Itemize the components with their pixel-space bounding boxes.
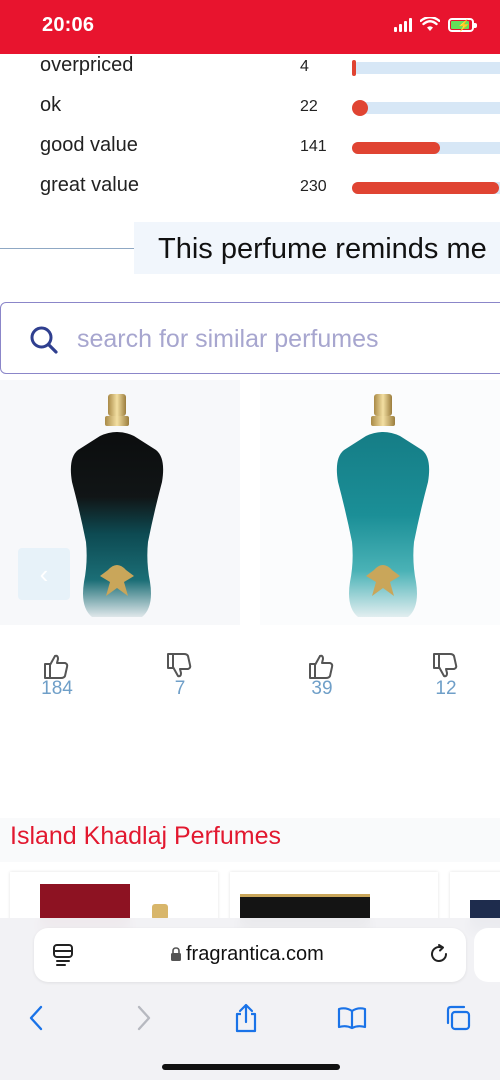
thumbs-down-icon: [433, 653, 458, 678]
value-rating-row: good value 141: [0, 128, 500, 168]
tabs-button[interactable]: [436, 998, 480, 1038]
dislike-count: 12: [435, 678, 457, 699]
value-rating-row: overpriced 4: [0, 48, 500, 88]
home-indicator[interactable]: [162, 1064, 340, 1070]
bookmarks-icon: [337, 1007, 367, 1030]
status-icons: ⚡: [394, 17, 477, 32]
rating-bar: [352, 100, 500, 116]
value-rating-row: great value 230: [0, 168, 500, 208]
thumbs-up-icon: [309, 654, 334, 679]
reminds-me-header: This perfume reminds me: [134, 222, 500, 274]
search-icon[interactable]: [29, 325, 59, 355]
tabs-icon: [446, 1005, 471, 1031]
divider-line: [0, 248, 134, 249]
rating-label: ok: [40, 94, 62, 116]
lock-icon: [171, 947, 181, 961]
page-menu-icon[interactable]: [52, 943, 74, 967]
like-count: 39: [311, 678, 333, 699]
next-tab-address-bar[interactable]: [474, 928, 500, 982]
rating-bar-fill: [352, 142, 440, 154]
signal-icon: [394, 17, 412, 32]
similar-search-box[interactable]: [0, 302, 500, 374]
similar-perfumes-carousel: ‹ 184 7 39 12: [0, 380, 500, 720]
value-rating-row: ok 22: [0, 88, 500, 128]
rating-count: 22: [300, 98, 318, 115]
like-button[interactable]: 184: [22, 652, 92, 714]
rating-label: good value: [40, 134, 138, 156]
address-bar[interactable]: fragrantica.com: [34, 928, 466, 982]
search-input[interactable]: [77, 321, 477, 357]
status-bar: 20:06 ⚡: [0, 0, 500, 54]
rating-bar-fill: [352, 182, 499, 194]
share-button[interactable]: [224, 998, 268, 1038]
thumbs-up-icon: [44, 654, 69, 679]
bookmarks-button[interactable]: [330, 998, 374, 1038]
forward-button[interactable]: [122, 998, 166, 1038]
url-text: fragrantica.com: [186, 943, 324, 965]
rating-bar: [352, 182, 500, 194]
forward-icon: [137, 1005, 151, 1031]
rating-label: great value: [40, 174, 139, 196]
section-title[interactable]: Island Khadlaj Perfumes: [10, 822, 281, 851]
rating-bar: [352, 142, 500, 154]
rating-bar: [352, 60, 500, 76]
dislike-count: 7: [174, 678, 186, 699]
like-button[interactable]: 39: [287, 652, 357, 714]
share-icon: [235, 1003, 257, 1033]
back-button[interactable]: [14, 998, 58, 1038]
perfume-bottle-teal-icon[interactable]: [328, 392, 438, 624]
chevron-left-icon: ‹: [39, 558, 49, 589]
rating-count: 141: [300, 138, 327, 155]
rating-count: 230: [300, 178, 327, 195]
browser-chrome: fragrantica.com: [0, 918, 500, 1080]
like-count: 184: [41, 678, 73, 699]
dislike-button[interactable]: 12: [411, 652, 481, 714]
reminds-me-heading: This perfume reminds me: [158, 233, 487, 265]
browser-toolbar: [0, 998, 500, 1042]
dislike-button[interactable]: 7: [145, 652, 215, 714]
rating-bar-fill: [352, 100, 368, 116]
rating-count: 4: [300, 58, 309, 75]
carousel-prev-button[interactable]: ‹: [18, 548, 70, 600]
status-time: 20:06: [42, 14, 95, 36]
battery-charging-icon: ⚡: [448, 17, 477, 32]
reload-icon[interactable]: [428, 943, 450, 965]
back-icon: [29, 1005, 43, 1031]
wifi-icon: [420, 17, 440, 31]
thumbs-down-icon: [167, 653, 192, 678]
rating-label: overpriced: [40, 54, 134, 76]
perfume-bottle-dark-teal-icon[interactable]: [62, 392, 172, 624]
page: 20:06 ⚡ overpriced 4 ok 22 good value 141 grea…: [0, 0, 500, 1080]
rating-bar-fill: [352, 60, 356, 76]
